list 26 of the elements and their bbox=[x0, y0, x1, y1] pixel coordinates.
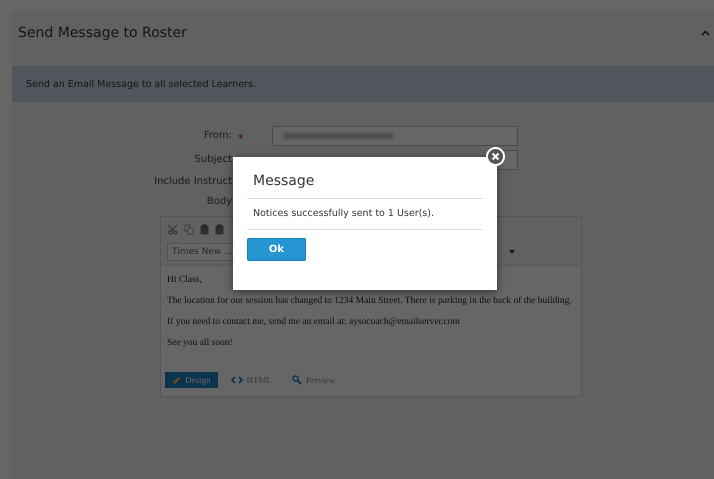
dialog-message: Notices successfully sent to 1 User(s). bbox=[252, 207, 435, 221]
code-icon bbox=[230, 376, 242, 384]
caret-icon[interactable] bbox=[509, 250, 515, 254]
clipboard-icon[interactable] bbox=[200, 224, 209, 234]
info-banner: Send an Email Message to all selected Learners. bbox=[12, 66, 714, 102]
pencil-icon bbox=[172, 376, 181, 384]
dialog-title: Message bbox=[252, 172, 316, 191]
body-paragraph: Hi Class, bbox=[167, 274, 203, 286]
scissors-icon[interactable] bbox=[167, 224, 178, 234]
body-paragraph: See you all soon! bbox=[167, 337, 234, 349]
field-label: From: bbox=[204, 129, 232, 143]
required-icon: * bbox=[232, 132, 244, 144]
body-paragraph: The location for our session has changed to 1234 Main Street. There is parking in the back of the building. bbox=[167, 295, 573, 307]
mode-tab[interactable]: Design bbox=[165, 372, 218, 388]
field-label: Include Instruct bbox=[154, 175, 232, 189]
copy-icon[interactable] bbox=[184, 224, 194, 234]
panel-title: Send Message to Roster bbox=[18, 25, 187, 41]
clipboard-icon[interactable] bbox=[215, 224, 224, 234]
sender-field[interactable] bbox=[272, 126, 518, 146]
font-dropdown[interactable]: Times New ... bbox=[167, 243, 235, 261]
body-paragraph: If you need to contact me, send me an email at: aysocoach@emailserver.com bbox=[167, 316, 461, 328]
ok-button[interactable]: Ok bbox=[247, 238, 306, 261]
field-label: Body bbox=[206, 195, 232, 209]
field-label: Subject bbox=[194, 153, 232, 167]
chevron-icon[interactable] bbox=[701, 30, 710, 36]
magnifier-icon bbox=[292, 375, 302, 385]
